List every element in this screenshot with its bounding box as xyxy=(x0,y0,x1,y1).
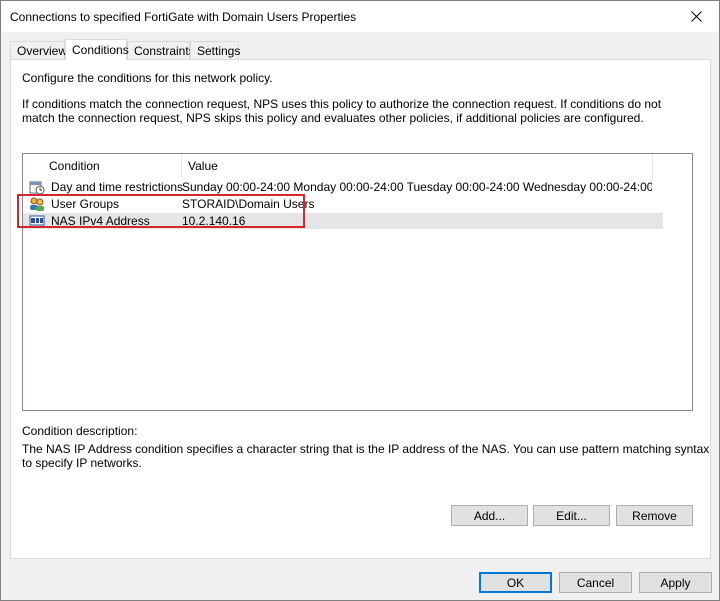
conditions-list[interactable]: Condition Value Day and time restriction… xyxy=(22,153,693,411)
tab-constraints[interactable]: Constraints xyxy=(127,41,195,60)
column-header-condition[interactable]: Condition xyxy=(43,154,182,177)
condition-name: Day and time restrictions xyxy=(51,180,184,194)
condition-row-nas-ipv4[interactable]: NAS IPv4 Address 10.2.140.16 xyxy=(23,213,663,229)
condition-value: STORAID\Domain Users xyxy=(182,197,315,211)
condition-description-label: Condition description: xyxy=(22,424,138,438)
column-header-value[interactable]: Value xyxy=(182,154,653,177)
tab-strip: Overview Conditions Constraints Settings xyxy=(1,32,719,61)
tab-settings[interactable]: Settings xyxy=(190,41,240,60)
cancel-button[interactable]: Cancel xyxy=(559,572,632,593)
add-button[interactable]: Add... xyxy=(451,505,528,526)
condition-name: NAS IPv4 Address xyxy=(51,214,150,228)
close-icon xyxy=(690,11,702,22)
condition-value: 10.2.140.16 xyxy=(182,214,246,228)
conditions-panel: Configure the conditions for this networ… xyxy=(10,59,711,559)
condition-row-user-groups[interactable]: User Groups STORAID\Domain Users xyxy=(23,196,663,212)
tab-conditions[interactable]: Conditions xyxy=(65,39,129,61)
condition-description-text: The NAS IP Address condition specifies a… xyxy=(22,442,710,470)
remove-button[interactable]: Remove xyxy=(616,505,693,526)
condition-row-day-time[interactable]: Day and time restrictions Sunday 00:00-2… xyxy=(23,179,663,195)
properties-dialog: Connections to specified FortiGate with … xyxy=(0,0,720,601)
condition-name: User Groups xyxy=(51,197,120,211)
intro-text: Configure the conditions for this networ… xyxy=(22,71,273,85)
user-group-icon xyxy=(30,197,44,211)
condition-value: Sunday 00:00-24:00 Monday 00:00-24:00 Tu… xyxy=(182,180,652,194)
network-address-icon xyxy=(29,215,45,226)
calendar-clock-icon xyxy=(29,181,45,195)
policy-description: If conditions match the connection reque… xyxy=(22,97,662,125)
edit-button[interactable]: Edit... xyxy=(533,505,610,526)
tab-overview[interactable]: Overview xyxy=(10,41,67,60)
title-bar: Connections to specified FortiGate with … xyxy=(1,1,719,32)
ok-button[interactable]: OK xyxy=(479,572,552,593)
apply-button[interactable]: Apply xyxy=(639,572,712,593)
window-title: Connections to specified FortiGate with … xyxy=(10,10,357,24)
close-button[interactable] xyxy=(673,1,719,32)
